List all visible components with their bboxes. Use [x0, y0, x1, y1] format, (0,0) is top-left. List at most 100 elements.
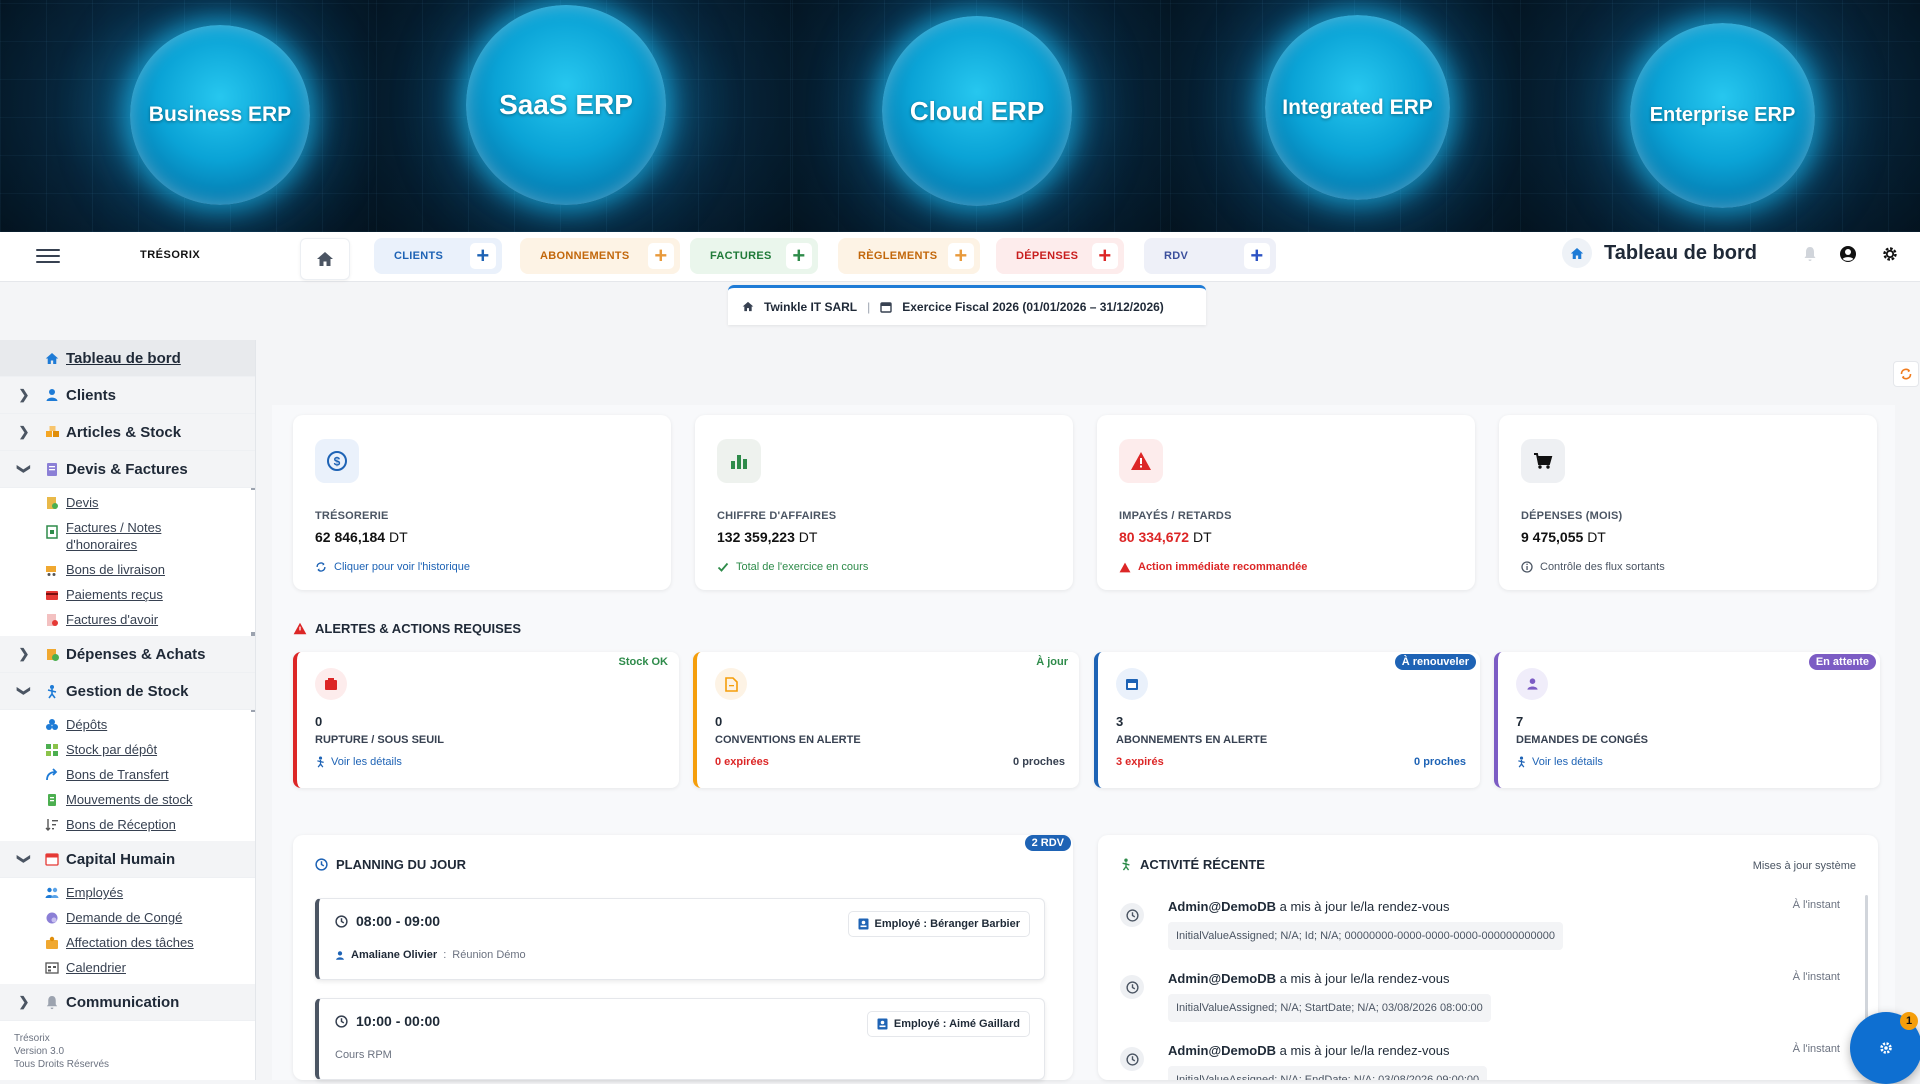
kpi-card-tresorerie[interactable]: $ TRÉSORERIE 62 846,184 DT Cliquer pour … [293, 415, 671, 590]
sidebar-subitem-devis[interactable]: Devis [0, 490, 255, 515]
tab-abonnements[interactable]: ABONNEMENTS + [520, 238, 680, 274]
calendar-grid-icon [45, 962, 59, 974]
kpi-unit: DT [388, 529, 408, 545]
sidebar-item-label: Devis & Factures [66, 460, 188, 478]
context-bar: Twinkle IT SARL | Exercice Fiscal 2026 (… [728, 285, 1206, 325]
kpi-unit: DT [798, 529, 818, 545]
sidebar-subitem-calendrier[interactable]: Calendrier [0, 955, 255, 980]
alert-label: DEMANDES DE CONGÉS [1516, 734, 1649, 746]
kpi-amount: 62 846,184 [315, 529, 386, 545]
banner-orb: Integrated ERP [1265, 15, 1450, 200]
add-reglement-button[interactable]: + [948, 243, 974, 269]
sidebar-subitem-affectation[interactable]: Affectation des tâches [0, 930, 255, 955]
tab-depenses[interactable]: DÉPENSES + [996, 238, 1124, 274]
chevron-down-icon: ❯ [17, 853, 32, 865]
link-text: Voir les détails [331, 756, 402, 768]
stock-person-icon [44, 683, 60, 699]
subitem-label: Dépôts [66, 717, 108, 732]
calendar-icon [44, 851, 60, 867]
sidebar-subitem-factures-avoir[interactable]: Factures d'avoir [0, 607, 255, 632]
home-button[interactable] [300, 238, 350, 280]
sidebar-item-gestion-stock[interactable]: ❯ Gestion de Stock [0, 673, 255, 710]
activity-detail: InitialValueAssigned; N/A; StartDate; N/… [1168, 994, 1491, 1022]
sidebar-item-articles-stock[interactable]: ❯ Articles & Stock [0, 414, 255, 451]
subitem-label: Calendrier [66, 960, 126, 975]
appointment-slot[interactable]: 08:00 - 09:00 Employé : Béranger Barbier… [315, 898, 1045, 980]
activity-user: Admin@DemoDB [1168, 1043, 1277, 1058]
sidebar-subitem-demande-conge[interactable]: Demande de Congé [0, 905, 255, 930]
subitem-label: Factures / Notes d'honoraires [66, 520, 162, 552]
tab-clients[interactable]: CLIENTS + [374, 238, 502, 274]
banner-orb: Enterprise ERP [1630, 23, 1815, 208]
history-link[interactable]: Cliquer pour voir l'historique [315, 561, 470, 573]
tab-factures[interactable]: FACTURES + [690, 238, 818, 274]
planning-card: 2 RDV PLANNING DU JOUR 08:00 - 09:00 Emp… [293, 835, 1073, 1080]
upcoming-count: 0 proches [1013, 756, 1065, 768]
add-abonnement-button[interactable]: + [648, 243, 674, 269]
banner-orb: Cloud ERP [882, 16, 1072, 206]
add-rdv-button[interactable]: + [1244, 243, 1270, 269]
sidebar-subitem-mouvements[interactable]: Mouvements de stock [0, 787, 255, 812]
sidebar-subitem-stock-depot[interactable]: Stock par dépôt [0, 737, 255, 762]
sidebar-item-dashboard[interactable]: Tableau de bord [0, 340, 255, 377]
appointment-slot[interactable]: 10:00 - 00:00 Employé : Aimé Gaillard Co… [315, 998, 1045, 1080]
refresh-button[interactable] [1893, 361, 1919, 387]
chevron-right-icon: ❯ [18, 424, 30, 439]
sidebar-item-depenses-achats[interactable]: ❯ Dépenses & Achats [0, 636, 255, 673]
kpi-footer-text: Action immédiate recommandée [1138, 561, 1308, 573]
sidebar-item-label: Articles & Stock [66, 423, 182, 441]
company-name: Twinkle IT SARL [764, 299, 858, 314]
section-title-text: ACTIVITÉ RÉCENTE [1140, 857, 1265, 872]
activity-time: À l'instant [1792, 971, 1840, 983]
add-facture-button[interactable]: + [786, 243, 812, 269]
settings-gear-icon[interactable] [1878, 242, 1902, 266]
payment-icon [46, 591, 58, 600]
alert-label: ABONNEMENTS EN ALERTE [1116, 734, 1268, 746]
running-icon [317, 756, 324, 768]
calendar-icon [880, 301, 892, 313]
subitem-label: Bons de Transfert [66, 767, 169, 782]
subitem-label: Bons de livraison [66, 562, 165, 577]
sidebar-subitem-depots[interactable]: Dépôts [0, 712, 255, 737]
sidebar-subitem-employes[interactable]: Employés [0, 880, 255, 905]
floating-settings-button[interactable]: 1 [1850, 1012, 1920, 1084]
activity-action: a mis à jour le/la rendez-vous [1279, 1043, 1450, 1058]
add-depense-button[interactable]: + [1092, 243, 1118, 269]
activity-headline: Admin@DemoDB a mis à jour le/la rendez-v… [1168, 971, 1449, 986]
sidebar-item-communication[interactable]: ❯ Communication [0, 984, 255, 1021]
hamburger-menu-icon[interactable] [36, 244, 60, 268]
sidebar-subitem-bons-reception[interactable]: Bons de Réception [0, 812, 255, 837]
banner-panel: Integrated ERP [1170, 0, 1520, 232]
user-account-icon[interactable] [1836, 242, 1860, 266]
sidebar-item-devis-factures[interactable]: ❯ Devis & Factures [0, 451, 255, 488]
sidebar-item-clients[interactable]: ❯ Clients [0, 377, 255, 414]
sidebar-subitem-bons-transfert[interactable]: Bons de Transfert [0, 762, 255, 787]
tab-reglements[interactable]: RÈGLEMENTS + [838, 238, 980, 274]
sidebar-subitem-bons-livraison[interactable]: Bons de livraison [0, 557, 255, 582]
sidebar-subitem-factures-notes[interactable]: Factures / Notes d'honoraires [0, 515, 255, 557]
document-icon [715, 668, 747, 700]
chevron-right-icon: ❯ [18, 994, 30, 1009]
devis-submenu: Devis Factures / Notes d'honoraires Bons… [0, 488, 255, 636]
status-badge: Stock OK [618, 656, 668, 668]
time-text: 08:00 - 09:00 [356, 913, 441, 929]
banner-orb: Business ERP [130, 25, 310, 205]
employee-tag: Employé : Aimé Gaillard [866, 1011, 1030, 1037]
details-link[interactable]: Voir les détails [1516, 756, 1603, 768]
activity-subtitle: Mises à jour système [1752, 860, 1856, 872]
sidebar-item-capital-humain[interactable]: ❯ Capital Humain [0, 841, 255, 878]
kpi-amount: 132 359,223 [717, 529, 795, 545]
tab-label: CLIENTS [394, 250, 444, 262]
kpi-amount: 9 475,055 [1521, 529, 1584, 545]
notification-bell-icon[interactable] [1798, 242, 1822, 266]
sidebar-subitem-paiements[interactable]: Paiements reçus [0, 582, 255, 607]
tab-label: FACTURES [710, 250, 772, 262]
kpi-card-impayes: IMPAYÉS / RETARDS 80 334,672 DT Action i… [1097, 415, 1475, 590]
kpi-value: 62 846,184 DT [315, 529, 408, 545]
tab-rdv[interactable]: RDV + [1144, 238, 1276, 274]
add-client-button[interactable]: + [470, 243, 496, 269]
status-badge: À renouveler [1394, 654, 1476, 670]
movement-icon [48, 794, 56, 806]
employee-tag: Employé : Béranger Barbier [847, 911, 1030, 937]
details-link[interactable]: Voir les détails [315, 756, 402, 768]
